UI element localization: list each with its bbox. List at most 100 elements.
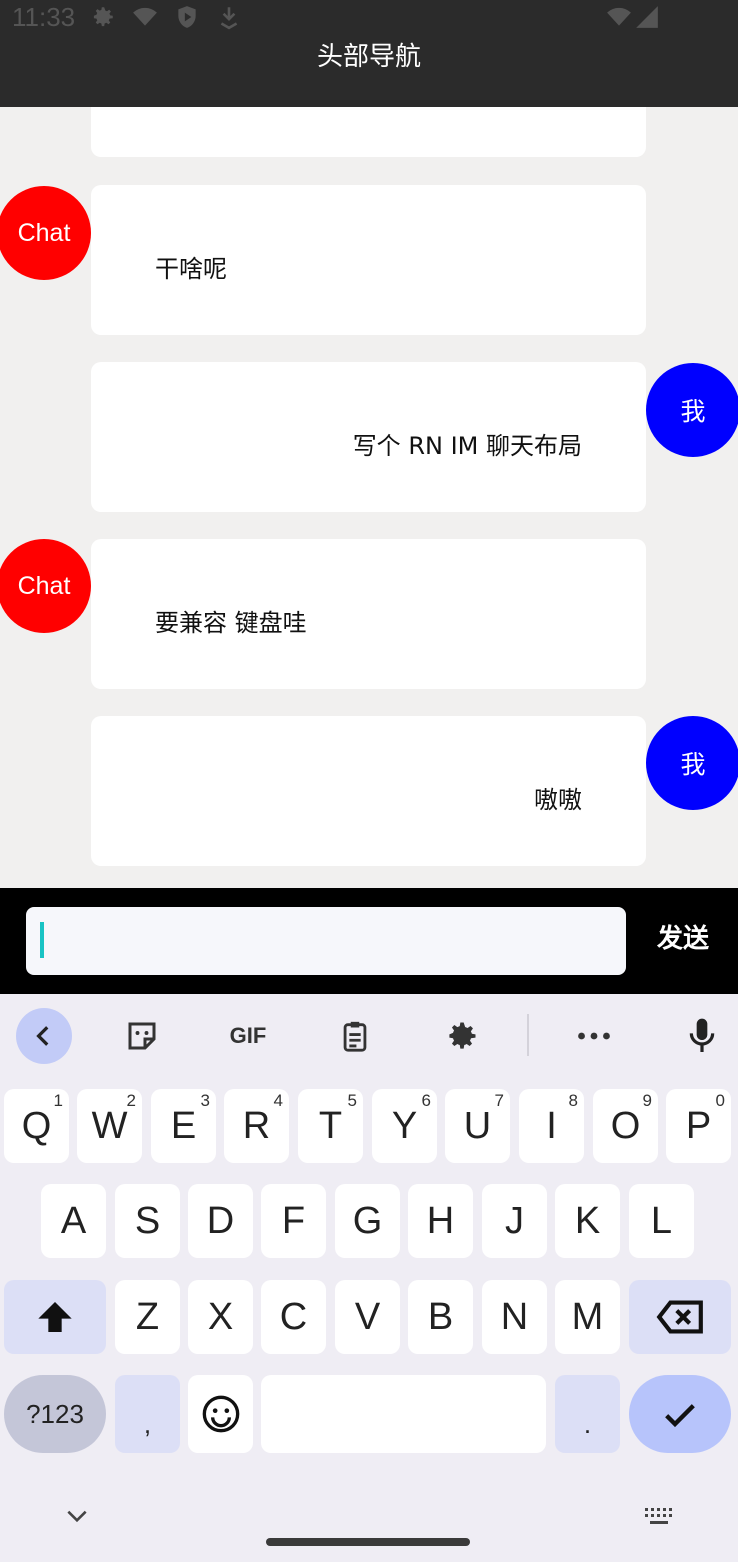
key-hint: 9 xyxy=(642,1091,652,1110)
avatar-label: 我 xyxy=(680,751,706,779)
switch-keyboard-button[interactable] xyxy=(644,1506,674,1532)
emoji-icon xyxy=(202,1395,239,1433)
done-key[interactable] xyxy=(629,1375,731,1453)
more-dots-icon xyxy=(578,1032,610,1040)
chevron-left-icon xyxy=(36,1026,49,1046)
key-l[interactable]: L xyxy=(629,1184,694,1258)
key-b[interactable]: B xyxy=(408,1280,473,1354)
key-label: , xyxy=(143,1408,152,1439)
key-e[interactable]: E3 xyxy=(151,1089,216,1163)
message-text: 干啥呢 xyxy=(155,255,227,283)
symbols-key[interactable]: ?123 xyxy=(4,1375,106,1453)
sticker-button[interactable] xyxy=(114,1008,170,1064)
backspace-icon xyxy=(656,1300,703,1334)
key-hint: 5 xyxy=(347,1091,357,1110)
key-o[interactable]: O9 xyxy=(593,1089,658,1163)
key-k[interactable]: K xyxy=(555,1184,620,1258)
hide-keyboard-button[interactable] xyxy=(64,1506,90,1530)
message-input[interactable] xyxy=(26,907,626,975)
app-header: 11:33 头部导航 xyxy=(0,0,738,107)
soft-keyboard: GIF Q1 W2 E3 R4 T5 Y6 U7 I8 O9 P0 A S D … xyxy=(0,994,738,1562)
voice-input-button[interactable] xyxy=(674,1008,730,1064)
keyboard-back-button[interactable] xyxy=(16,1008,72,1064)
key-label: . xyxy=(583,1408,592,1439)
microphone-icon xyxy=(689,1018,715,1052)
avatar-label: Chat xyxy=(17,571,71,600)
key-p[interactable]: P0 xyxy=(666,1089,731,1163)
key-d[interactable]: D xyxy=(188,1184,253,1258)
gif-button[interactable]: GIF xyxy=(220,1008,276,1064)
period-key[interactable]: . xyxy=(555,1375,620,1453)
key-n[interactable]: N xyxy=(482,1280,547,1354)
key-hint: 2 xyxy=(126,1091,136,1110)
key-hint: 7 xyxy=(494,1091,504,1110)
key-z[interactable]: Z xyxy=(115,1280,180,1354)
key-h[interactable]: H xyxy=(408,1184,473,1258)
message-input-bar: 发送 xyxy=(0,888,738,994)
clipboard-button[interactable] xyxy=(327,1008,383,1064)
avatar-me[interactable]: 我 xyxy=(646,716,738,810)
backspace-key[interactable] xyxy=(629,1280,731,1354)
comma-key[interactable]: , xyxy=(115,1375,180,1453)
key-label: T xyxy=(318,1104,343,1147)
key-v[interactable]: V xyxy=(335,1280,400,1354)
avatar-chat[interactable]: Chat xyxy=(0,186,91,280)
key-c[interactable]: C xyxy=(261,1280,326,1354)
key-t[interactable]: T5 xyxy=(298,1089,363,1163)
key-y[interactable]: Y6 xyxy=(372,1089,437,1163)
key-label: U xyxy=(463,1104,492,1147)
page-title: 头部导航 xyxy=(316,42,421,72)
avatar-chat[interactable]: Chat xyxy=(0,539,91,633)
key-hint: 6 xyxy=(421,1091,431,1110)
checkmark-icon xyxy=(665,1404,695,1428)
key-label: W xyxy=(91,1104,128,1147)
key-hint: 4 xyxy=(273,1091,283,1110)
key-a[interactable]: A xyxy=(41,1184,106,1258)
settings-button[interactable] xyxy=(434,1008,490,1064)
text-cursor xyxy=(40,922,44,958)
key-label: E xyxy=(170,1104,197,1147)
key-label: R xyxy=(242,1104,271,1147)
message-text: 要兼容 键盘哇 xyxy=(155,609,307,637)
message-bubble: 干啥呢 xyxy=(91,185,646,335)
key-f[interactable]: F xyxy=(261,1184,326,1258)
chevron-down-icon xyxy=(67,1510,87,1523)
message-bubble: 嗷嗷 xyxy=(91,716,646,866)
key-label: P xyxy=(685,1104,712,1147)
shift-key[interactable] xyxy=(4,1280,106,1354)
key-hint: 8 xyxy=(568,1091,578,1110)
avatar-me[interactable]: 我 xyxy=(646,363,738,457)
message-bubble: 写个 RN IM 聊天布局 xyxy=(91,362,646,512)
key-label: I xyxy=(546,1104,557,1147)
message-text: 写个 RN IM 聊天布局 xyxy=(352,432,582,460)
gesture-nav-handle[interactable] xyxy=(266,1538,470,1546)
key-j[interactable]: J xyxy=(482,1184,547,1258)
status-bar: 11:33 xyxy=(0,0,738,36)
wifi-signal-icon xyxy=(604,4,631,30)
shield-status-icon xyxy=(174,4,200,30)
cell-signal-icon xyxy=(634,4,660,30)
avatar-label: 我 xyxy=(680,398,706,426)
key-w[interactable]: W2 xyxy=(77,1089,142,1163)
emoji-key[interactable] xyxy=(188,1375,253,1453)
send-button[interactable]: 发送 xyxy=(640,918,726,964)
key-i[interactable]: I8 xyxy=(519,1089,584,1163)
chat-message-list[interactable]: 干啥呢 Chat 写个 RN IM 聊天布局 我 要兼容 键盘哇 Chat 嗷嗷… xyxy=(0,107,738,888)
key-g[interactable]: G xyxy=(335,1184,400,1258)
key-s[interactable]: S xyxy=(115,1184,180,1258)
key-m[interactable]: M xyxy=(555,1280,620,1354)
more-button[interactable] xyxy=(566,1008,622,1064)
space-key[interactable] xyxy=(261,1375,546,1453)
key-r[interactable]: R4 xyxy=(224,1089,289,1163)
key-label: Y xyxy=(391,1104,418,1147)
key-label: O xyxy=(610,1104,641,1147)
key-u[interactable]: U7 xyxy=(445,1089,510,1163)
key-x[interactable]: X xyxy=(188,1280,253,1354)
message-bubble-partial xyxy=(91,107,646,157)
key-hint: 1 xyxy=(53,1091,63,1110)
key-q[interactable]: Q1 xyxy=(4,1089,69,1163)
settings-status-icon xyxy=(90,4,116,30)
message-text: 嗷嗷 xyxy=(534,786,582,814)
key-hint: 3 xyxy=(200,1091,210,1110)
shift-icon xyxy=(38,1302,72,1332)
